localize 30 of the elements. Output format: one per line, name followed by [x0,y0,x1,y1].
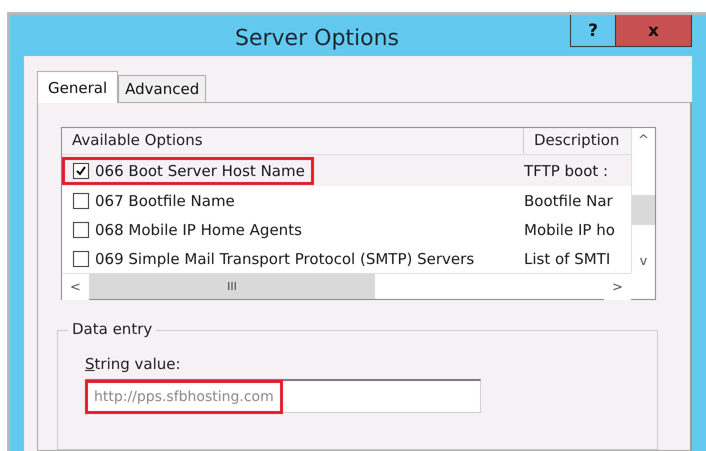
vertical-scrollbar[interactable]: ^ v [631,128,655,273]
scroll-thumb[interactable]: III [89,274,375,299]
group-title: Data entry [68,320,156,338]
checkbox[interactable] [73,192,89,208]
option-description: Bootfile Nar [523,192,613,210]
tab[interactable]: General [37,71,118,103]
field-label: String value: [85,355,182,373]
option-item[interactable]: 066 Boot Server Host Name [62,156,314,184]
option-description: List of SMTI [523,250,610,268]
checkbox[interactable] [73,162,89,178]
option-name: 066 Boot Server Host Name [95,162,305,180]
close-button[interactable]: x [616,15,692,47]
option-item[interactable]: 067 Bootfile Name [62,186,244,214]
option-name: 068 Mobile IP Home Agents [95,220,302,238]
horizontal-scrollbar[interactable]: < III > [62,273,631,299]
option-description: Mobile IP ho [523,220,615,238]
option-description: TFTP boot : [523,162,608,180]
checkbox[interactable] [73,250,89,266]
tab[interactable]: Advanced [118,75,206,102]
window-title: Server Options [234,25,400,51]
option-item[interactable]: 068 Mobile IP Home Agents [62,216,311,244]
help-button[interactable]: ? [570,15,616,47]
field-value: http://pps.sfbhosting.com [85,380,283,414]
column-header[interactable]: Description [524,128,630,154]
option-name: 069 Simple Mail Transport Protocol (SMTP) Servers [95,250,474,268]
option-item[interactable]: 069 Simple Mail Transport Protocol (SMTP) Servers [62,244,484,272]
option-name: 067 Bootfile Name [95,192,235,210]
column-header[interactable]: Available Options [62,128,524,154]
scroll-thumb[interactable] [632,195,655,225]
checkbox[interactable] [73,222,89,238]
